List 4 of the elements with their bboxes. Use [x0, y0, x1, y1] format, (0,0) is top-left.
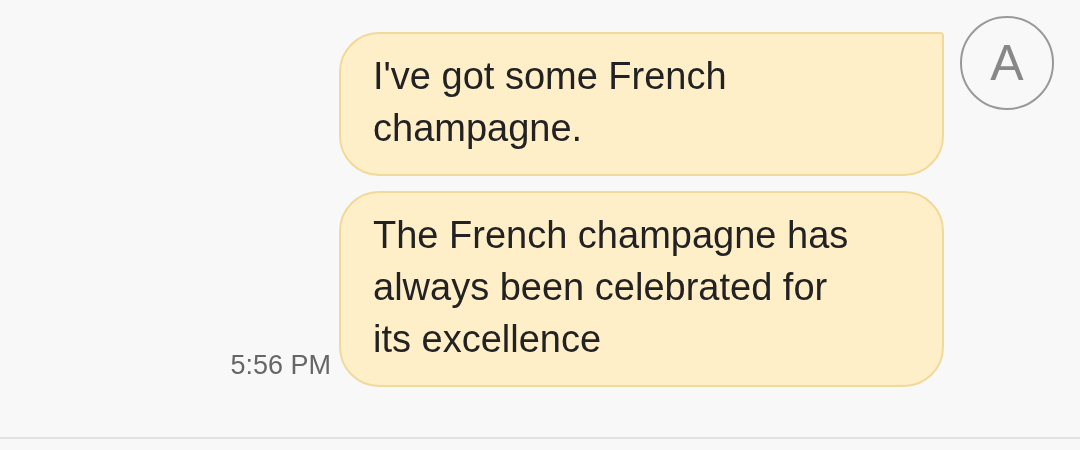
- avatar[interactable]: A: [960, 16, 1054, 110]
- message-bubble: The French champagne has always been celebrated for its excellence: [339, 191, 944, 387]
- message-bubble: I've got some French champagne.: [339, 32, 944, 176]
- message-time: 5:56 PM: [230, 350, 331, 382]
